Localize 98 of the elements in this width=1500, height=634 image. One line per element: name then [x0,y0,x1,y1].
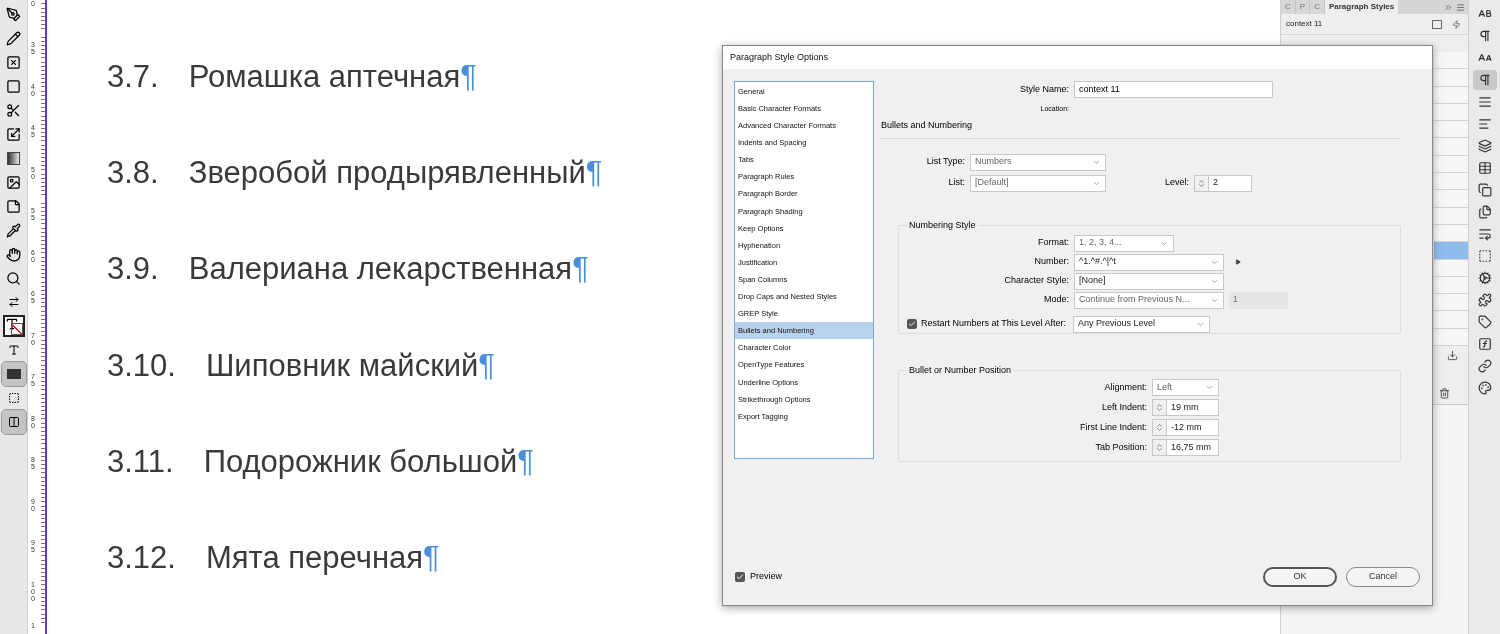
text-wrap-icon[interactable] [1477,227,1492,241]
field-label: Tab Position: [1094,440,1147,454]
field-label: Level: [1163,176,1189,190]
swap-icon[interactable] [7,296,20,308]
palette-icon[interactable] [1477,381,1492,395]
list-item-text: Шиповник майский [205,346,479,385]
list-number: 3.10. [107,346,176,385]
load-styles-icon[interactable] [1447,350,1458,362]
new-style-icon[interactable] [1432,19,1442,29]
view-mode-icon[interactable] [7,416,20,428]
dialog-button[interactable]: OK [1263,567,1337,587]
lightning-icon[interactable] [1452,19,1461,29]
list-number: 3.7. [107,58,159,96]
eyedropper-icon[interactable] [6,222,21,238]
field-label: Format: [1037,236,1069,250]
screen-mode-icon[interactable] [7,392,20,404]
group-title: Numbering Style [907,218,978,232]
hand-icon[interactable] [6,246,21,262]
field-label: Style Name: [1018,82,1069,96]
field-label: Number: [1033,255,1069,269]
pilcrow-mark: ¶ [423,538,440,577]
dropdown[interactable]: 1, 2, 3, 4... [1074,234,1174,252]
rectangle-icon[interactable] [6,78,21,94]
spinner-field[interactable]: -12 mm [1152,419,1219,436]
stepper-icon[interactable] [1155,423,1164,432]
layers-icon[interactable] [1477,139,1492,153]
fill-stroke-icon[interactable] [2,315,25,337]
pen-icon[interactable] [6,6,21,22]
tag-icon[interactable] [1477,315,1492,329]
stepper-icon[interactable] [1155,443,1164,452]
copy-icon[interactable] [1477,183,1492,197]
current-style-name: context 11 [1286,18,1323,30]
field-label: Left Indent: [1100,400,1147,414]
pilcrow-mark: ¶ [460,58,477,96]
gradient-icon[interactable] [7,151,20,165]
list-number: 3.8. [107,154,159,193]
files-icon[interactable] [1477,205,1492,219]
field-label: Character Style: [1003,274,1069,288]
scissors-icon[interactable] [6,102,21,118]
pilcrow-mark: ¶ [517,442,534,481]
dropdown[interactable]: [Default] [970,174,1106,192]
field-label: Alignment: [1103,380,1147,394]
dropdown[interactable]: ^1.^#.^|^t [1074,253,1224,271]
style-name-field[interactable]: context 11 [1074,81,1273,98]
dialog-button[interactable]: Cancel [1346,567,1420,587]
field-label: Mode: [1043,293,1069,307]
menu-icon[interactable] [1456,2,1465,12]
lines-icon[interactable] [1477,95,1492,109]
field-label: First Line Indent: [1078,420,1147,434]
section-title: Bullets and Numbering [881,119,974,132]
spinner-field[interactable]: 2 [1194,174,1252,192]
pilcrow-mark: ¶ [572,250,589,289]
list-number: 3.12. [107,538,176,577]
flyout-arrow-icon[interactable] [1235,259,1241,265]
list-number: 3.11. [107,442,174,481]
list-item-text: Зверобой продырявленный [188,154,586,193]
list-item-text: Валериана лекарственная [188,250,573,289]
field-label: List: [947,176,965,190]
pilcrow-mark: ¶ [585,154,603,193]
dialog-title: Paragraph Style Options [730,50,829,64]
paragraph-style-icon[interactable] [1477,73,1492,87]
panel-tab[interactable]: Paragraph Styles [1324,0,1399,14]
checkbox[interactable] [907,319,917,329]
dropdown[interactable]: Any Previous Level [1072,315,1210,333]
field-label: List Type: [925,155,965,169]
stepper-icon[interactable] [1197,178,1206,188]
checkbox-label: Preview [750,570,782,584]
frame-icon[interactable] [6,54,21,70]
stepper-icon[interactable] [1155,403,1164,412]
dashed-square-icon[interactable] [1477,249,1492,263]
dropdown[interactable]: Left [1152,379,1219,396]
dropdown[interactable]: [None] [1074,272,1224,290]
text-format-icon[interactable] [7,344,20,356]
note-icon[interactable] [6,198,21,214]
list-item-text: Мята перечная [205,538,424,577]
list-number: 3.9. [107,250,159,289]
pilcrow-icon[interactable] [1477,29,1492,43]
table-icon[interactable] [1477,161,1492,175]
puzzle-icon[interactable] [1477,293,1492,307]
list-item-text: Ромашка аптечная [188,58,461,96]
checkbox-label: Restart Numbers at This Level After: [921,317,1066,331]
function-icon[interactable] [1477,337,1492,351]
pilcrow-mark: ¶ [478,346,495,385]
transform-icon[interactable] [6,126,21,142]
fill-icon[interactable] [6,369,21,379]
list-item-text: Подорожник большой [203,442,518,481]
search-icon[interactable] [6,270,21,286]
align-icon[interactable] [1477,117,1492,131]
spinner-field[interactable]: 19 mm [1152,399,1219,416]
trash-icon[interactable] [1439,388,1450,400]
dropdown[interactable]: Numbers [970,153,1106,171]
dropdown[interactable]: Continue from Previous N... [1074,291,1224,309]
gear-icon[interactable] [1477,271,1492,285]
checkbox[interactable] [735,572,745,582]
image-icon[interactable] [6,174,21,190]
link-icon[interactable] [1477,359,1492,373]
spinner-field[interactable]: 16,75 mm [1152,439,1219,456]
pencil-icon[interactable] [6,30,21,46]
